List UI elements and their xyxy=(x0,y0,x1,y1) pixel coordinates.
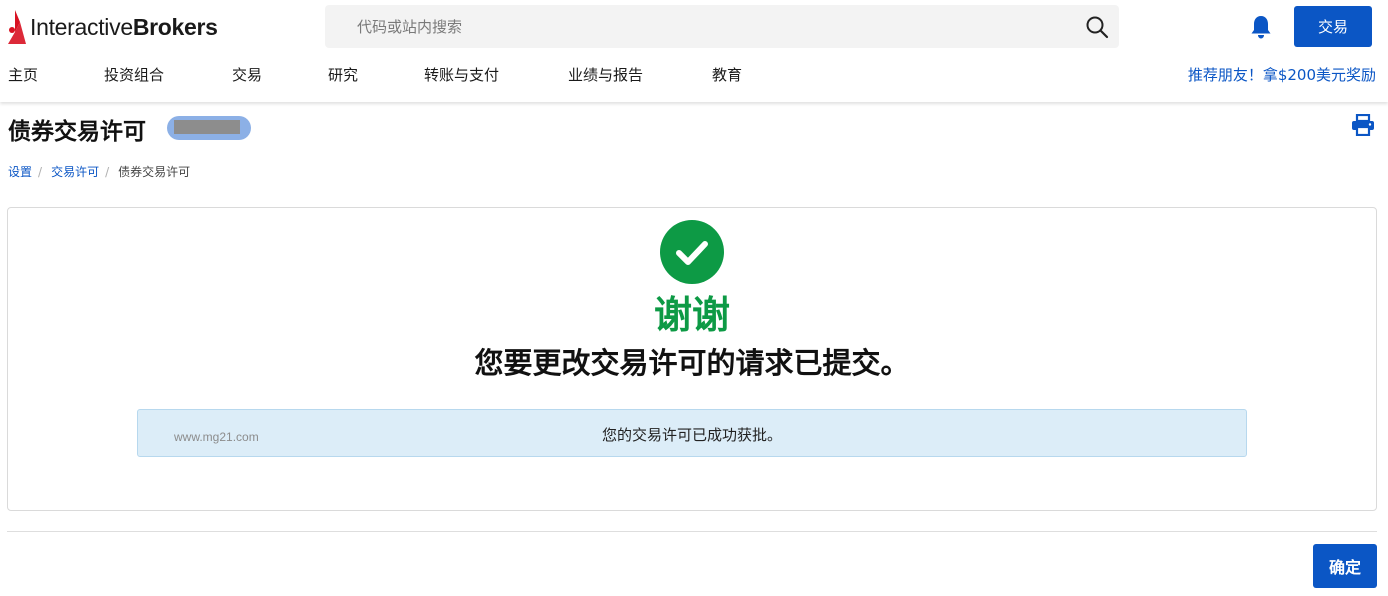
logo-text-regular: Interactive xyxy=(30,13,133,40)
confirmation-message: 您要更改交易许可的请求已提交。 xyxy=(474,346,910,380)
page-title: 债券交易许可 xyxy=(8,119,146,145)
thanks-heading: 谢谢 xyxy=(653,293,730,337)
search-icon[interactable] xyxy=(1085,15,1109,39)
breadcrumb-trading-permissions[interactable]: 交易许可 xyxy=(51,165,99,179)
nav-item-portfolio[interactable]: 投资组合 xyxy=(104,64,164,85)
logo-text: InteractiveBrokers xyxy=(30,14,218,41)
nav-item-research[interactable]: 研究 xyxy=(328,64,358,85)
ib-logo[interactable]: InteractiveBrokers xyxy=(8,8,218,46)
redacted-account-id xyxy=(174,120,240,134)
refer-friend-link[interactable]: 推荐朋友！拿$200美元奖励 xyxy=(1188,64,1376,85)
nav-item-education[interactable]: 教育 xyxy=(712,64,742,85)
info-alert-text: 您的交易许可已成功获批。 xyxy=(601,426,782,444)
nav-item-home[interactable]: 主页 xyxy=(8,64,38,85)
nav-item-transfer-pay[interactable]: 转账与支付 xyxy=(424,64,499,85)
top-header: InteractiveBrokers 交易 主页 投资组合 交易 研究 转账与支… xyxy=(0,0,1388,102)
nav-item-trade[interactable]: 交易 xyxy=(232,64,262,85)
footer-divider xyxy=(7,531,1377,532)
bell-icon[interactable] xyxy=(1248,14,1274,40)
breadcrumb: 设置 / 交易许可 / 债券交易许可 xyxy=(8,163,190,180)
info-alert: www.mg21.com 您的交易许可已成功获批。 xyxy=(137,409,1247,457)
breadcrumb-settings[interactable]: 设置 xyxy=(8,165,32,179)
success-badge xyxy=(660,220,724,284)
search-bar xyxy=(325,5,1119,48)
logo-text-bold: Brokers xyxy=(132,13,218,40)
search-input[interactable] xyxy=(325,5,1065,48)
breadcrumb-current: 债券交易许可 xyxy=(118,165,191,179)
checkmark-icon xyxy=(676,241,708,265)
account-badge[interactable] xyxy=(167,116,251,140)
ib-logo-mark-icon xyxy=(8,10,26,44)
breadcrumb-separator: / xyxy=(38,165,43,179)
nav-item-performance-reports[interactable]: 业绩与报告 xyxy=(568,64,643,85)
trade-button[interactable]: 交易 xyxy=(1294,6,1372,47)
print-icon[interactable] xyxy=(1351,114,1375,136)
main-nav: 主页 投资组合 交易 研究 转账与支付 业绩与报告 教育 xyxy=(0,62,1388,90)
confirm-button[interactable]: 确定 xyxy=(1313,544,1377,588)
breadcrumb-separator: / xyxy=(105,165,110,179)
confirmation-card: 谢谢 您要更改交易许可的请求已提交。 www.mg21.com 您的交易许可已成… xyxy=(7,207,1377,511)
